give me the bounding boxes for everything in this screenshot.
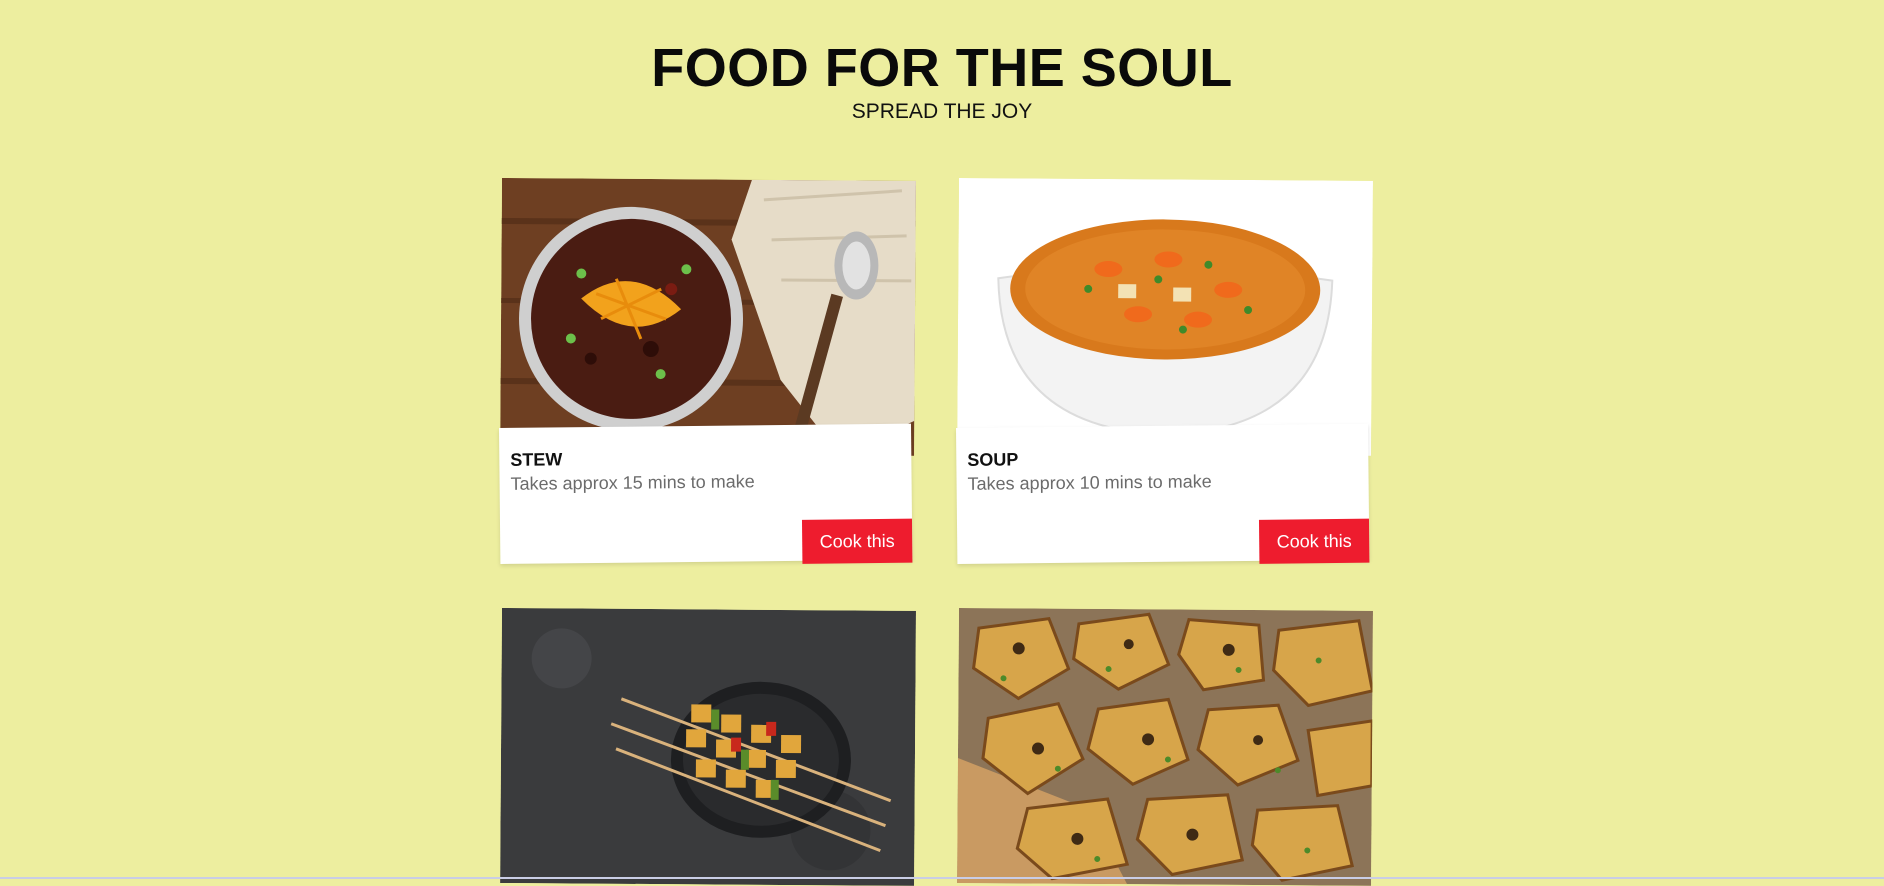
chili-bowl-photo	[500, 178, 916, 456]
dish-name: STEW	[510, 449, 563, 470]
dish-time: Takes approx 10 mins to make	[967, 471, 1212, 494]
vegetable-soup-photo	[957, 178, 1373, 456]
roast-potatoes-photo	[957, 608, 1373, 886]
recipe-card-info: STEW Takes approx 15 mins to make Cook t…	[499, 423, 913, 564]
dish-time: Takes approx 15 mins to make	[510, 471, 755, 494]
page-header: FOOD FOR THE SOUL SPREAD THE JOY	[0, 36, 1884, 124]
page-title: FOOD FOR THE SOUL	[651, 38, 1233, 98]
cook-this-button[interactable]: Cook this	[1258, 518, 1370, 564]
cook-this-button[interactable]: Cook this	[801, 518, 913, 564]
page-subtitle: SPREAD THE JOY	[851, 100, 1033, 123]
dish-name: SOUP	[967, 449, 1019, 470]
recipe-card-info: SOUP Takes approx 10 mins to make Cook t…	[956, 423, 1370, 564]
paneer-skewers-photo	[500, 608, 916, 886]
